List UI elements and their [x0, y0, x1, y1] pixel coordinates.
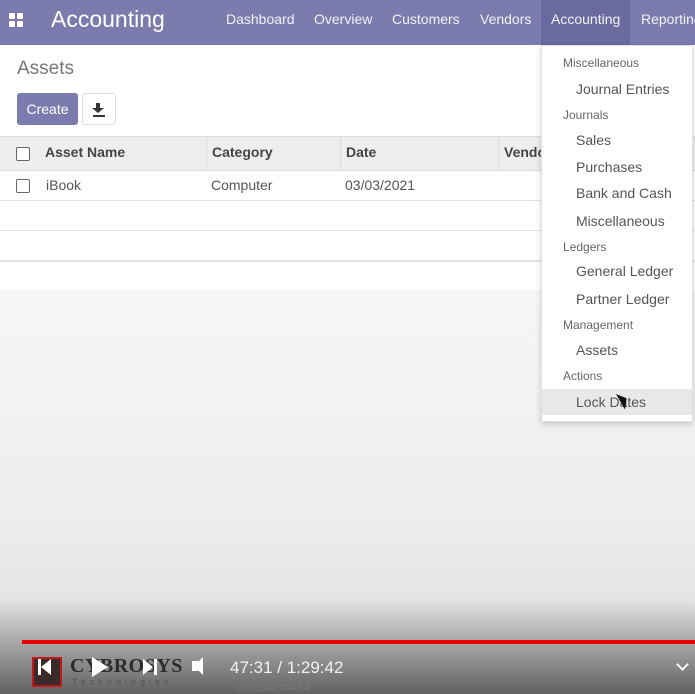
menu-item-sales[interactable]: Sales [542, 127, 692, 153]
cybrosys-logo: CYBROSYS Technologies [32, 655, 192, 689]
menu-header-journals: Journals [563, 108, 609, 122]
accounting-dropdown-menu: Miscellaneous Journal Entries Journals S… [541, 45, 693, 422]
nav-customers[interactable]: Customers [392, 0, 460, 45]
menu-header-miscellaneous: Miscellaneous [563, 56, 640, 70]
volume-icon[interactable] [192, 657, 203, 675]
download-button[interactable] [82, 93, 116, 125]
previous-icon[interactable] [38, 659, 52, 675]
column-date[interactable]: Date [340, 137, 376, 170]
menu-item-bank-and-cash[interactable]: Bank and Cash [542, 180, 692, 206]
row-checkbox[interactable] [16, 179, 30, 193]
nav-vendors[interactable]: Vendors [480, 0, 531, 45]
menu-header-management: Management [563, 318, 634, 332]
select-all-checkbox[interactable] [16, 147, 30, 161]
menu-item-journal-entries[interactable]: Journal Entries [542, 76, 692, 102]
column-asset-name[interactable]: Asset Name [40, 137, 125, 170]
cell-asset-name: iBook [46, 177, 82, 193]
create-button[interactable]: Create [17, 93, 78, 125]
top-navbar: Accounting Dashboard Overview Customers … [0, 0, 695, 45]
menu-item-assets[interactable]: Assets [542, 337, 692, 363]
video-progress-bar[interactable] [22, 640, 695, 644]
nav-dashboard[interactable]: Dashboard [226, 0, 295, 45]
url-fragment: 3&action=494 [236, 680, 310, 694]
nav-reporting[interactable]: Reporting [641, 0, 695, 45]
menu-item-miscellaneous[interactable]: Miscellaneous [542, 208, 692, 234]
app-title: Accounting [51, 6, 165, 32]
cell-category: Computer [211, 177, 273, 193]
apps-grid-icon[interactable] [9, 13, 25, 29]
nav-accounting[interactable]: Accounting [541, 0, 631, 45]
menu-item-general-ledger[interactable]: General Ledger [542, 258, 692, 284]
cell-date: 03/03/2021 [345, 177, 416, 193]
nav-overview[interactable]: Overview [314, 0, 372, 45]
menu-header-actions: Actions [563, 369, 603, 383]
video-time-display: 47:31 / 1:29:42 [230, 658, 344, 677]
menu-header-ledgers: Ledgers [563, 240, 607, 254]
play-icon[interactable] [92, 657, 108, 677]
menu-item-partner-ledger[interactable]: Partner Ledger [542, 286, 692, 312]
menu-item-purchases[interactable]: Purchases [542, 154, 692, 180]
page-title: Assets [17, 58, 75, 79]
download-icon [92, 103, 104, 113]
column-category[interactable]: Category [206, 137, 273, 170]
next-icon[interactable] [143, 659, 157, 675]
